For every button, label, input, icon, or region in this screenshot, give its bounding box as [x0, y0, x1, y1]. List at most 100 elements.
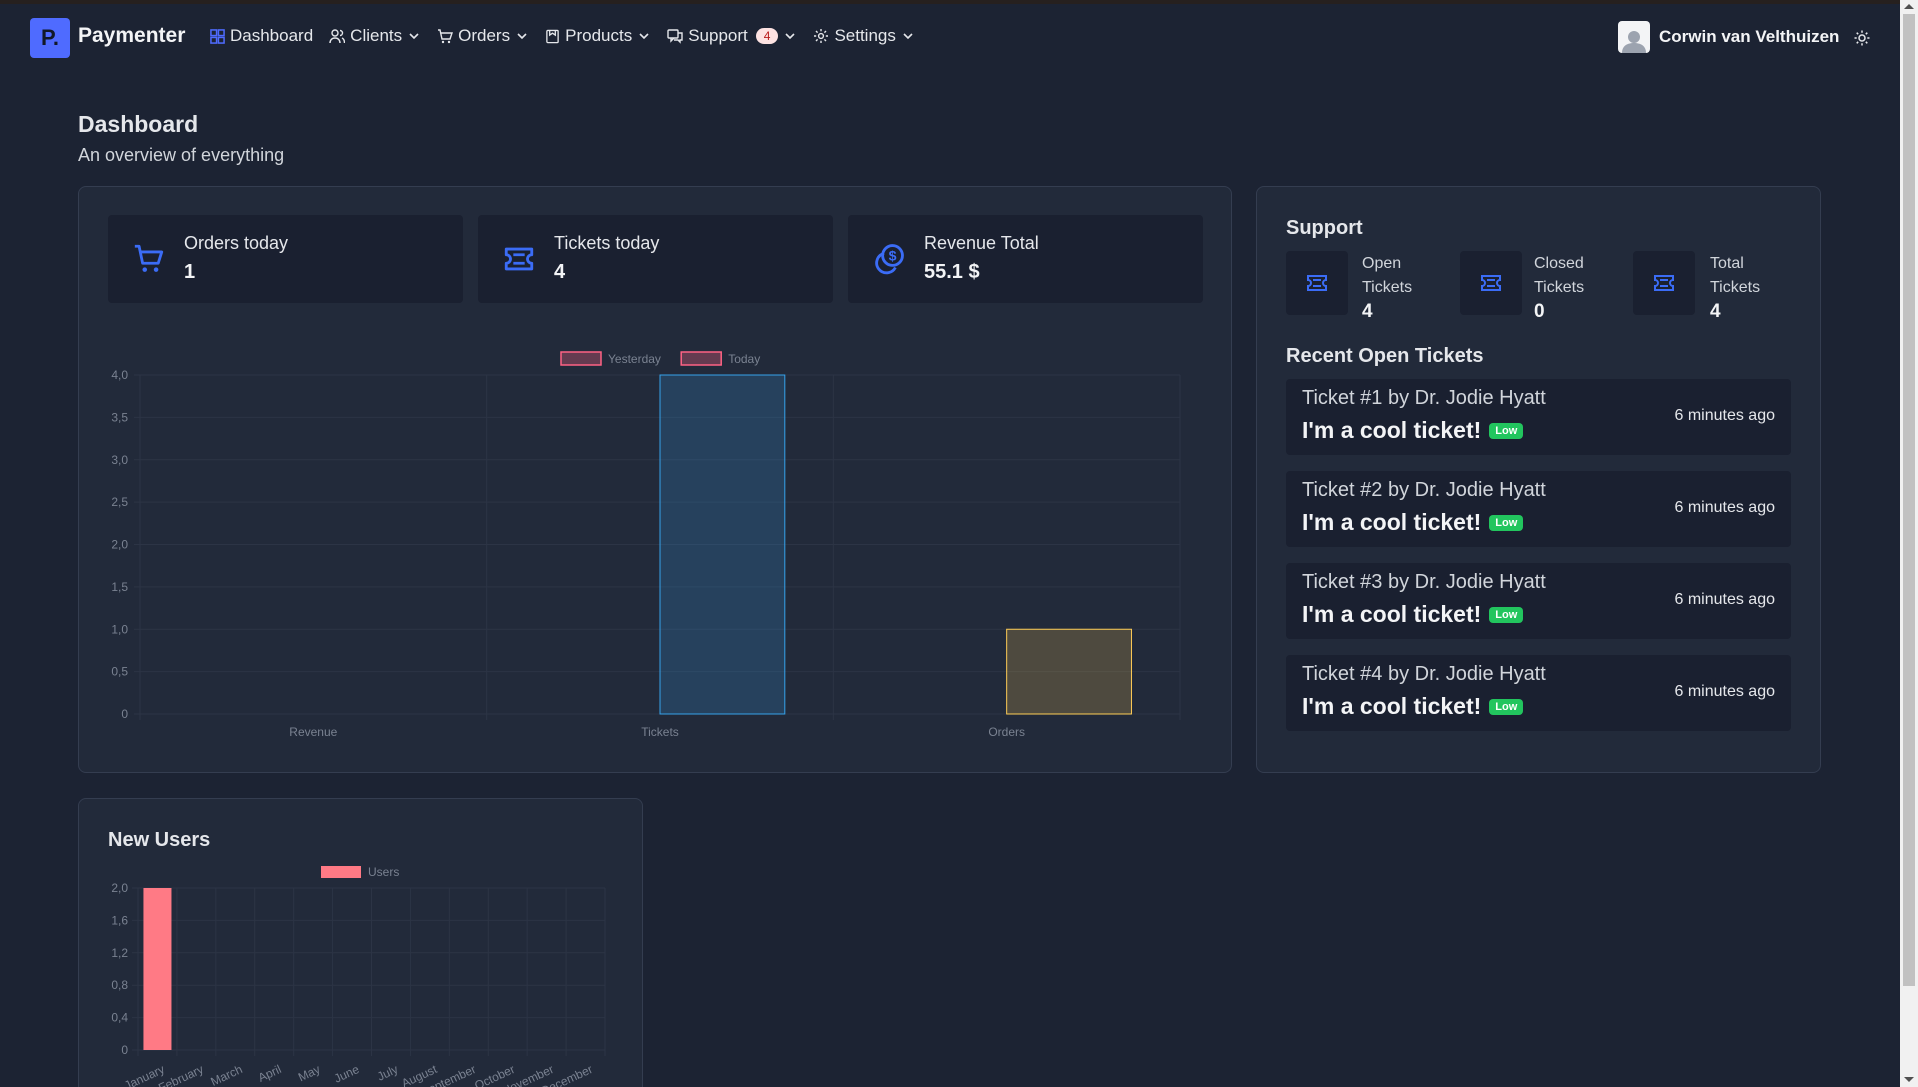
cart-icon	[134, 244, 164, 272]
nav-settings-label: Settings	[834, 26, 896, 45]
ticket-time: 6 minutes ago	[1674, 683, 1775, 700]
y-tick-label: 2,0	[111, 538, 128, 552]
legend-swatch	[680, 351, 722, 366]
bar-today	[1006, 628, 1132, 715]
legend-swatch	[560, 351, 602, 366]
total-tickets-icon-box	[1633, 251, 1695, 315]
nav-dashboard[interactable]: Dashboard	[210, 26, 313, 46]
ticket-icon	[1654, 275, 1674, 291]
ticket-time: 6 minutes ago	[1674, 591, 1775, 608]
ticket-message: I'm a cool ticket!	[1302, 693, 1482, 719]
total-tickets-value: 4	[1710, 301, 1721, 322]
chat-icon	[667, 29, 683, 44]
x-tick-label: Tickets	[641, 725, 679, 739]
y-tick-label: 3,0	[111, 453, 128, 467]
user-name: Corwin van Velthuizen	[1659, 27, 1840, 46]
page-subtitle: An overview of everything	[78, 145, 285, 165]
legend-label: Users	[368, 865, 399, 879]
nav-products-label: Products	[565, 26, 633, 45]
x-tick-label: April	[256, 1062, 284, 1085]
ticket-title: Ticket #2 by Dr. Jodie Hyatt	[1302, 479, 1546, 501]
chevron-down-icon	[785, 33, 796, 40]
y-tick-label: 2,5	[111, 495, 128, 509]
stat-value: 4	[554, 261, 566, 283]
y-tick-label: 1,6	[111, 913, 128, 927]
x-tick-label: March	[208, 1062, 244, 1087]
ticket-item[interactable]: Ticket #3 by Dr. Jodie Hyatt I'm a cool …	[1286, 563, 1791, 639]
stat-tickets-today: Tickets today 4	[478, 215, 833, 303]
x-tick-label: July	[375, 1062, 400, 1084]
support-title: Support	[1286, 217, 1363, 239]
scroll-down-arrow-icon[interactable]	[1904, 1077, 1914, 1082]
priority-badge: Low	[1489, 422, 1524, 439]
scrollbar-thumb[interactable]	[1903, 14, 1915, 986]
y-tick-label: 0	[121, 707, 128, 721]
nav-support[interactable]: Support 4	[667, 26, 797, 46]
open-tickets-value: 4	[1362, 301, 1373, 322]
stat-value: 55.1 $	[924, 261, 980, 283]
legend-label: Today	[728, 352, 760, 366]
grid-icon	[210, 28, 225, 44]
sun-icon	[1854, 30, 1870, 46]
priority-badge: Low	[1489, 514, 1524, 531]
cart-icon	[438, 29, 454, 44]
nav-settings[interactable]: Settings	[813, 26, 914, 46]
total-tickets-label: Total Tickets	[1710, 255, 1761, 296]
ticket-icon	[504, 247, 534, 271]
ticket-message-row: I'm a cool ticket! Low	[1302, 601, 1524, 628]
ticket-title: Ticket #3 by Dr. Jodie Hyatt	[1302, 571, 1546, 593]
stat-label: Tickets today	[554, 233, 660, 253]
ticket-title: Ticket #4 by Dr. Jodie Hyatt	[1302, 663, 1546, 685]
open-tickets-icon-box	[1286, 251, 1348, 315]
ticket-message: I'm a cool ticket!	[1302, 417, 1482, 443]
y-tick-label: 1,5	[111, 580, 128, 594]
ticket-icon	[1481, 275, 1501, 291]
scroll-up-arrow-icon[interactable]	[1904, 4, 1914, 9]
legend-label: Yesterday	[608, 352, 661, 366]
ticket-message: I'm a cool ticket!	[1302, 601, 1482, 627]
gear-icon	[814, 29, 829, 43]
y-tick-label: 3,5	[111, 410, 128, 424]
box-icon	[546, 29, 559, 43]
nav-dashboard-label: Dashboard	[230, 26, 314, 45]
chevron-down-icon	[409, 33, 419, 40]
ticket-message-row: I'm a cool ticket! Low	[1302, 509, 1524, 536]
nav-orders[interactable]: Orders	[437, 26, 529, 46]
users-icon	[329, 29, 346, 44]
ticket-item[interactable]: Ticket #4 by Dr. Jodie Hyatt I'm a cool …	[1286, 655, 1791, 731]
closed-tickets-label: Closed Tickets	[1534, 255, 1585, 296]
ticket-item[interactable]: Ticket #2 by Dr. Jodie Hyatt I'm a cool …	[1286, 471, 1791, 547]
user-menu[interactable]: Corwin van Velthuizen	[1618, 21, 1839, 53]
y-tick-label: 0,4	[111, 1011, 128, 1025]
stat-orders-today: Orders today 1	[108, 215, 463, 303]
comparison-bar-chart: 0 0,5 1,0 1,5 2,0 2,5 3,0 3,5 4,0 Revenue Tickets…	[111, 351, 1181, 739]
nav-products[interactable]: Products	[545, 26, 651, 46]
paymenter-logo[interactable]: P.	[30, 18, 70, 58]
ticket-message: I'm a cool ticket!	[1302, 509, 1482, 535]
y-tick-label: 4,0	[111, 368, 128, 382]
nav-support-label: Support	[688, 26, 748, 45]
ticket-time: 6 minutes ago	[1674, 407, 1775, 424]
support-count-badge: 4	[755, 28, 779, 44]
brand-name[interactable]: Paymenter	[78, 24, 185, 48]
new-users-bar-chart: 00,40,81,21,62,0 JanuaryFebruary March Apr…	[111, 865, 606, 1087]
ticket-message-row: I'm a cool ticket! Low	[1302, 417, 1524, 444]
x-tick-label: Orders	[988, 725, 1025, 739]
y-tick-label: 1,2	[111, 946, 128, 960]
avatar	[1618, 21, 1650, 53]
nav-clients[interactable]: Clients	[329, 26, 421, 46]
ticket-time: 6 minutes ago	[1674, 499, 1775, 516]
ticket-item[interactable]: Ticket #1 by Dr. Jodie Hyatt I'm a cool …	[1286, 379, 1791, 455]
y-tick-label: 0,5	[111, 665, 128, 679]
y-tick-label: 0	[121, 1043, 128, 1057]
ticket-message-row: I'm a cool ticket! Low	[1302, 693, 1524, 720]
x-tick-label: May	[296, 1062, 322, 1084]
bar-today	[659, 374, 786, 715]
nav-orders-label: Orders	[458, 26, 511, 45]
new-users-title: New Users	[108, 829, 211, 851]
top-navbar: P. Paymenter Dashboard Clients Orders Pr…	[0, 4, 1900, 70]
coins-icon: $	[875, 244, 904, 275]
ticket-title: Ticket #1 by Dr. Jodie Hyatt	[1302, 387, 1546, 409]
stat-label: Revenue Total	[924, 233, 1039, 253]
theme-toggle-button[interactable]	[1854, 30, 1870, 51]
